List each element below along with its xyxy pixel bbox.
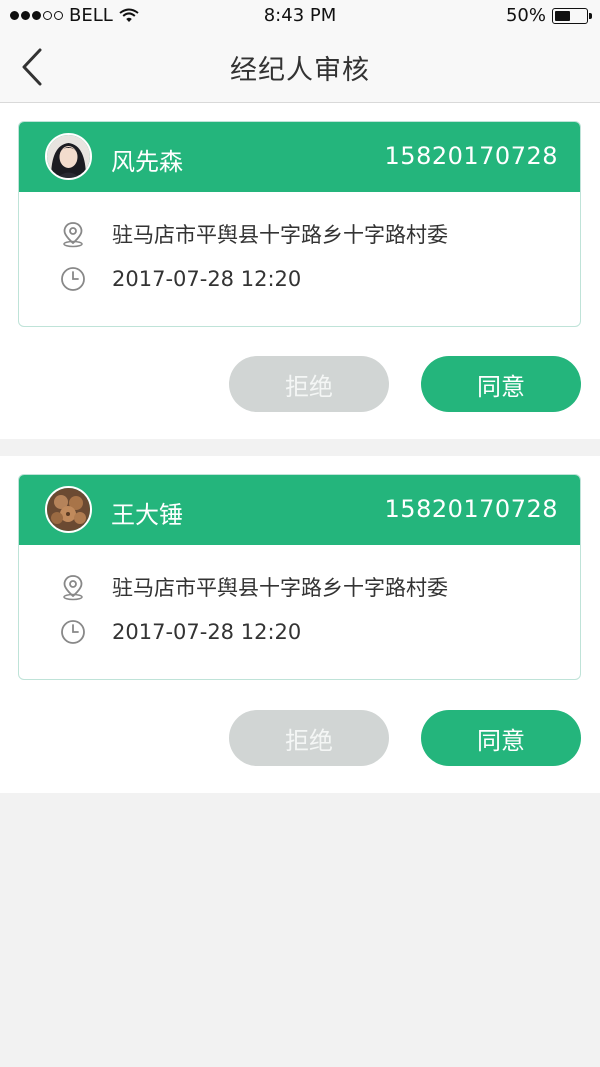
avatar — [45, 133, 92, 180]
agree-button[interactable]: 同意 — [421, 710, 581, 766]
applicant-name: 风先森 — [111, 148, 183, 176]
battery-percent: 50% — [505, 5, 546, 26]
reject-button[interactable]: 拒绝 — [229, 356, 389, 412]
applicant-name: 王大锤 — [111, 501, 183, 529]
card-header: 王大锤 15820170728 — [19, 475, 580, 545]
battery-icon — [552, 7, 592, 24]
nav-bar: 经纪人审核 — [0, 32, 600, 103]
time-text: 2017-07-28 12:20 — [112, 267, 302, 291]
application-card: 风先森 15820170728 驻马店市平舆县十字路乡十字路村委 2017-07… — [18, 121, 581, 327]
location-pin-icon — [63, 575, 83, 601]
application-section: 王大锤 15820170728 驻马店市平舆县十字路乡十字路村委 2017-07… — [0, 456, 600, 793]
agree-button[interactable]: 同意 — [421, 356, 581, 412]
application-section: 风先森 15820170728 驻马店市平舆县十字路乡十字路村委 2017-07… — [0, 103, 600, 439]
battery-fill — [555, 10, 570, 21]
applicant-phone: 15820170728 — [384, 142, 558, 170]
address-text: 驻马店市平舆县十字路乡十字路村委 — [112, 223, 448, 247]
status-bar: BELL 8:43 PM 50% — [0, 0, 600, 32]
applicant-phone: 15820170728 — [384, 495, 558, 523]
application-card: 王大锤 15820170728 驻马店市平舆县十字路乡十字路村委 2017-07… — [18, 474, 581, 680]
time-row: 2017-07-28 12:20 — [59, 618, 301, 646]
page-title: 经纪人审核 — [230, 55, 370, 86]
time-text: 2017-07-28 12:20 — [112, 620, 302, 644]
reject-button[interactable]: 拒绝 — [229, 710, 389, 766]
location-pin-icon — [63, 222, 83, 248]
time-row: 2017-07-28 12:20 — [59, 265, 301, 293]
clock-icon — [61, 620, 85, 644]
status-right: 50% — [505, 5, 592, 26]
clock-icon — [61, 267, 85, 291]
avatar — [45, 486, 92, 533]
address-row: 驻马店市平舆县十字路乡十字路村委 — [59, 219, 448, 249]
address-text: 驻马店市平舆县十字路乡十字路村委 — [112, 576, 448, 600]
card-header: 风先森 15820170728 — [19, 122, 580, 192]
address-row: 驻马店市平舆县十字路乡十字路村委 — [59, 572, 448, 602]
